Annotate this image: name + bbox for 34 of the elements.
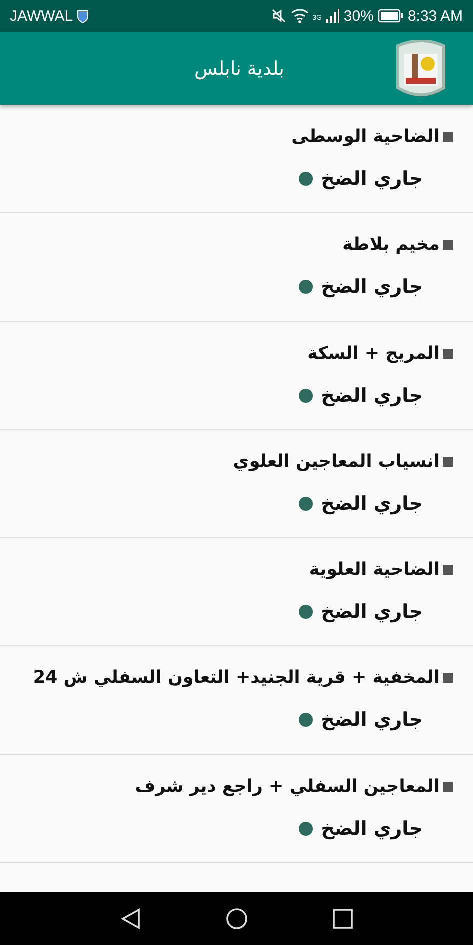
pump-status: جاري الضخ [321, 818, 423, 840]
area-name: المعاجين السفلي + راجع دير شرف [135, 776, 440, 797]
pump-status: جاري الضخ [321, 601, 423, 624]
pump-status: جاري الضخ [321, 168, 423, 190]
area-name: الضاحية الوسطى [292, 127, 440, 147]
pump-status: جاري الضخ [321, 492, 423, 515]
signal-icon [326, 9, 340, 23]
area-name: الضاحية العلوية [309, 560, 440, 580]
battery-percent: 30% [344, 8, 374, 24]
bullet-icon [443, 132, 453, 142]
pump-status: جاري الضخ [321, 276, 423, 298]
bullet-icon [443, 456, 453, 467]
mute-icon [270, 8, 287, 24]
pump-status: جاري الضخ [321, 384, 423, 407]
bullet-icon [443, 348, 453, 359]
carrier-name: JAWWAL [10, 8, 74, 24]
shield-icon [77, 10, 90, 22]
emblem-icon [394, 40, 448, 98]
bullet-icon [443, 673, 453, 684]
area-name: المريج + السكة [308, 344, 440, 364]
pump-status: جاري الضخ [321, 709, 423, 732]
area-name: المخفية + قرية الجنيد+ التعاون السفلي ش 24 [33, 668, 440, 688]
wifi-icon [290, 8, 309, 24]
area-name: مخيم بلاطة [342, 235, 440, 256]
bullet-icon [443, 782, 453, 792]
recents-icon[interactable] [332, 908, 352, 928]
area-name: انسياب المعاجين العلوي [233, 452, 440, 472]
battery-icon [378, 9, 404, 23]
home-icon[interactable] [226, 908, 248, 930]
app-title: بلدية نابلس [194, 58, 284, 80]
bullet-icon [443, 240, 453, 250]
bullet-icon [443, 565, 453, 576]
clock-time: 8:33 AM [408, 8, 463, 24]
back-icon[interactable] [120, 908, 140, 930]
